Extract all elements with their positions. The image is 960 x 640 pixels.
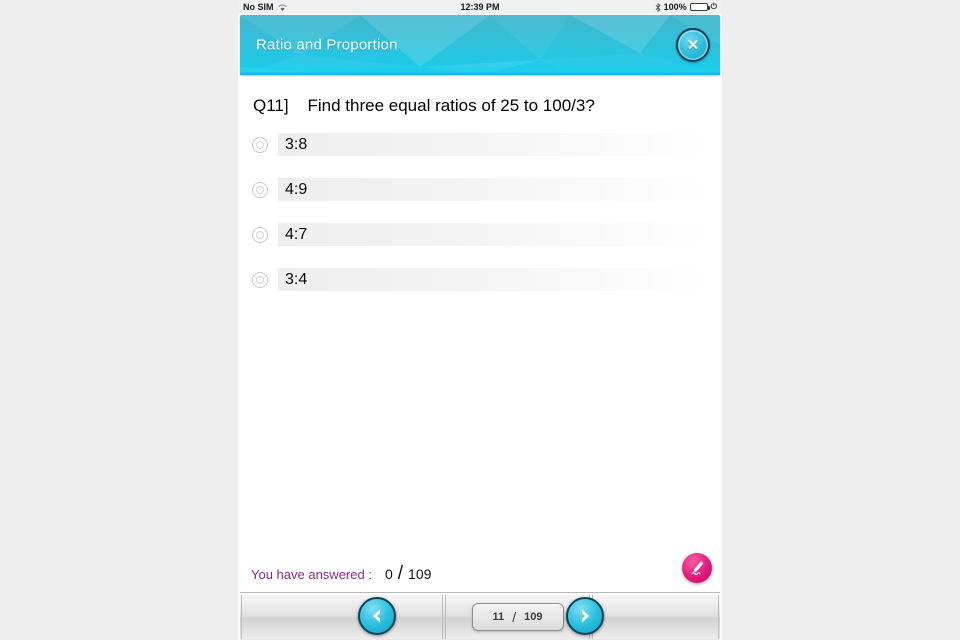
radio-button-icon[interactable]	[252, 226, 268, 243]
page-indicator[interactable]: 11 / 109	[471, 602, 564, 631]
charging-plug-icon: ⏻	[710, 2, 717, 11]
option-label: 3:4	[285, 270, 308, 288]
option-row[interactable]: 3:4	[249, 268, 709, 291]
answered-label: You have answered :	[251, 567, 372, 582]
radio-button-icon[interactable]	[252, 271, 268, 288]
toolbar-segment-left	[241, 594, 443, 639]
battery-icon	[689, 3, 710, 11]
question-text: Q11] Find three equal ratios of 25 to 10…	[253, 96, 595, 115]
toolbar-segment-right	[592, 594, 719, 639]
option-row[interactable]: 3:8	[249, 133, 709, 156]
option-label: 4:7	[285, 225, 308, 243]
option-label: 4:9	[285, 180, 308, 198]
pencil-glyph	[691, 560, 703, 575]
battery-percent-label: 100%	[663, 2, 687, 12]
device-screen: No SIM 12:39 PM 100% ⏻ Ratio and Proport…	[238, 0, 722, 640]
bluetooth-icon	[655, 2, 661, 12]
option-row[interactable]: 4:7	[249, 223, 709, 246]
status-bar-time: 12:39 PM	[460, 2, 500, 12]
option-bar[interactable]: 3:4	[278, 268, 709, 291]
status-bar-right: 100% ⏻	[655, 2, 717, 12]
page-current: 11	[492, 610, 505, 623]
pencil-icon[interactable]	[682, 553, 712, 583]
status-bar: No SIM 12:39 PM 100% ⏻	[238, 0, 722, 14]
options-list: 3:8 4:9 4:7 3:4	[249, 133, 709, 313]
option-label: 3:8	[285, 135, 308, 153]
option-bar[interactable]: 4:7	[278, 223, 709, 246]
screenshot-root: No SIM 12:39 PM 100% ⏻ Ratio and Proport…	[0, 0, 960, 640]
header-accent-strip	[240, 72, 720, 75]
page-separator: /	[512, 608, 517, 625]
bottom-toolbar: 11 / 109	[240, 592, 720, 640]
radio-button-icon[interactable]	[252, 181, 268, 198]
close-icon[interactable]: ✕	[676, 28, 710, 62]
answered-summary: You have answered : 0 / 109	[251, 563, 431, 585]
radio-button-icon[interactable]	[252, 136, 268, 153]
close-glyph: ✕	[686, 36, 700, 54]
option-bar[interactable]: 3:8	[278, 133, 709, 156]
chevron-right-icon[interactable]	[566, 597, 604, 635]
page-title: Ratio and Proportion	[256, 36, 398, 54]
answered-separator: /	[397, 563, 404, 584]
chevron-left-icon[interactable]	[358, 597, 396, 635]
answered-total: 109	[408, 566, 432, 582]
app-header: Ratio and Proportion ✕	[240, 15, 720, 75]
answered-count: 0	[384, 566, 393, 582]
option-row[interactable]: 4:9	[249, 178, 709, 201]
page-total: 109	[524, 610, 543, 623]
option-bar[interactable]: 4:9	[278, 178, 709, 201]
